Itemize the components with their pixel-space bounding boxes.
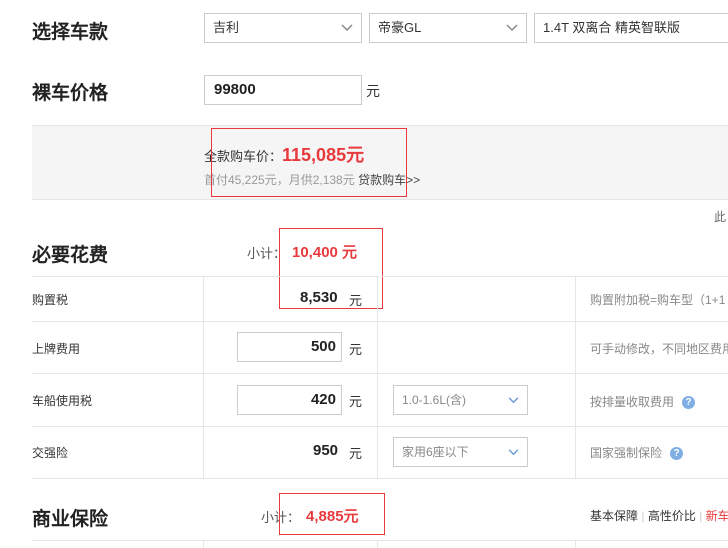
seat-select[interactable]: 家用6座以下 <box>393 437 528 467</box>
vessel-tax-label: 车船使用税 <box>32 394 93 408</box>
compulsory-insurance-note-wrap: 国家强制保险? <box>590 444 684 461</box>
brand-select-value: 吉利 <box>213 20 240 35</box>
displacement-select[interactable]: 1.0-1.6L(含) <box>393 385 528 415</box>
compulsory-insurance-value: 950 <box>313 442 339 459</box>
compulsory-insurance-note: 国家强制保险 <box>590 446 663 460</box>
bare-price-input[interactable]: 99800 <box>204 75 362 105</box>
license-fee-label: 上牌费用 <box>32 342 81 356</box>
bare-price-unit: 元 <box>366 83 380 99</box>
purchase-tax-label: 购置税 <box>32 293 69 307</box>
license-fee-input[interactable]: 500 <box>237 332 342 362</box>
bare-price-title: 裸车价格 <box>32 83 109 104</box>
series-select-value: 帝豪GL <box>378 20 422 35</box>
license-fee-note: 可手动修改，不同地区费用 <box>590 342 728 356</box>
highlight-box <box>211 128 407 197</box>
model-select[interactable]: 1.4T 双离合 精英智联版 <box>534 13 728 43</box>
vessel-tax-note: 按排量收取费用 <box>590 395 675 409</box>
model-select-value: 1.4T 双离合 精英智联版 <box>543 20 681 35</box>
necessary-title: 必要花费 <box>32 245 109 266</box>
displacement-select-value: 1.0-1.6L(含) <box>402 393 467 407</box>
tab-value[interactable]: 高性价比 <box>648 509 696 523</box>
commercial-title: 商业保险 <box>32 509 109 530</box>
question-icon[interactable]: ? <box>682 396 696 410</box>
select-car-title: 选择车款 <box>32 22 109 43</box>
vessel-tax-note-wrap: 按排量收取费用? <box>590 393 696 410</box>
chevron-down-icon <box>341 14 353 42</box>
chevron-down-icon <box>508 438 519 466</box>
chevron-down-icon <box>506 14 518 42</box>
brand-select[interactable]: 吉利 <box>204 13 362 43</box>
question-icon[interactable]: ? <box>670 447 684 461</box>
highlight-box <box>279 493 385 535</box>
commercial-tabs: 基本保障 | 高性价比 | 新车 <box>590 509 728 523</box>
purchase-tax-unit: 元 <box>349 293 363 308</box>
seat-select-value: 家用6座以下 <box>402 445 469 459</box>
tab-basic[interactable]: 基本保障 <box>590 509 638 523</box>
tab-new-car[interactable]: 新车 <box>706 509 728 523</box>
compulsory-insurance-label: 交强险 <box>32 446 69 460</box>
license-fee-unit: 元 <box>349 342 363 357</box>
edge-text: 此 <box>714 210 727 224</box>
vessel-tax-input[interactable]: 420 <box>237 385 342 415</box>
chevron-down-icon <box>508 386 519 414</box>
compulsory-insurance-unit: 元 <box>349 446 363 461</box>
vessel-tax-unit: 元 <box>349 394 363 409</box>
series-select[interactable]: 帝豪GL <box>369 13 527 43</box>
purchase-tax-value: 8,530 <box>300 289 338 306</box>
purchase-tax-note: 购置附加税=购车型（1+1 <box>590 293 726 307</box>
